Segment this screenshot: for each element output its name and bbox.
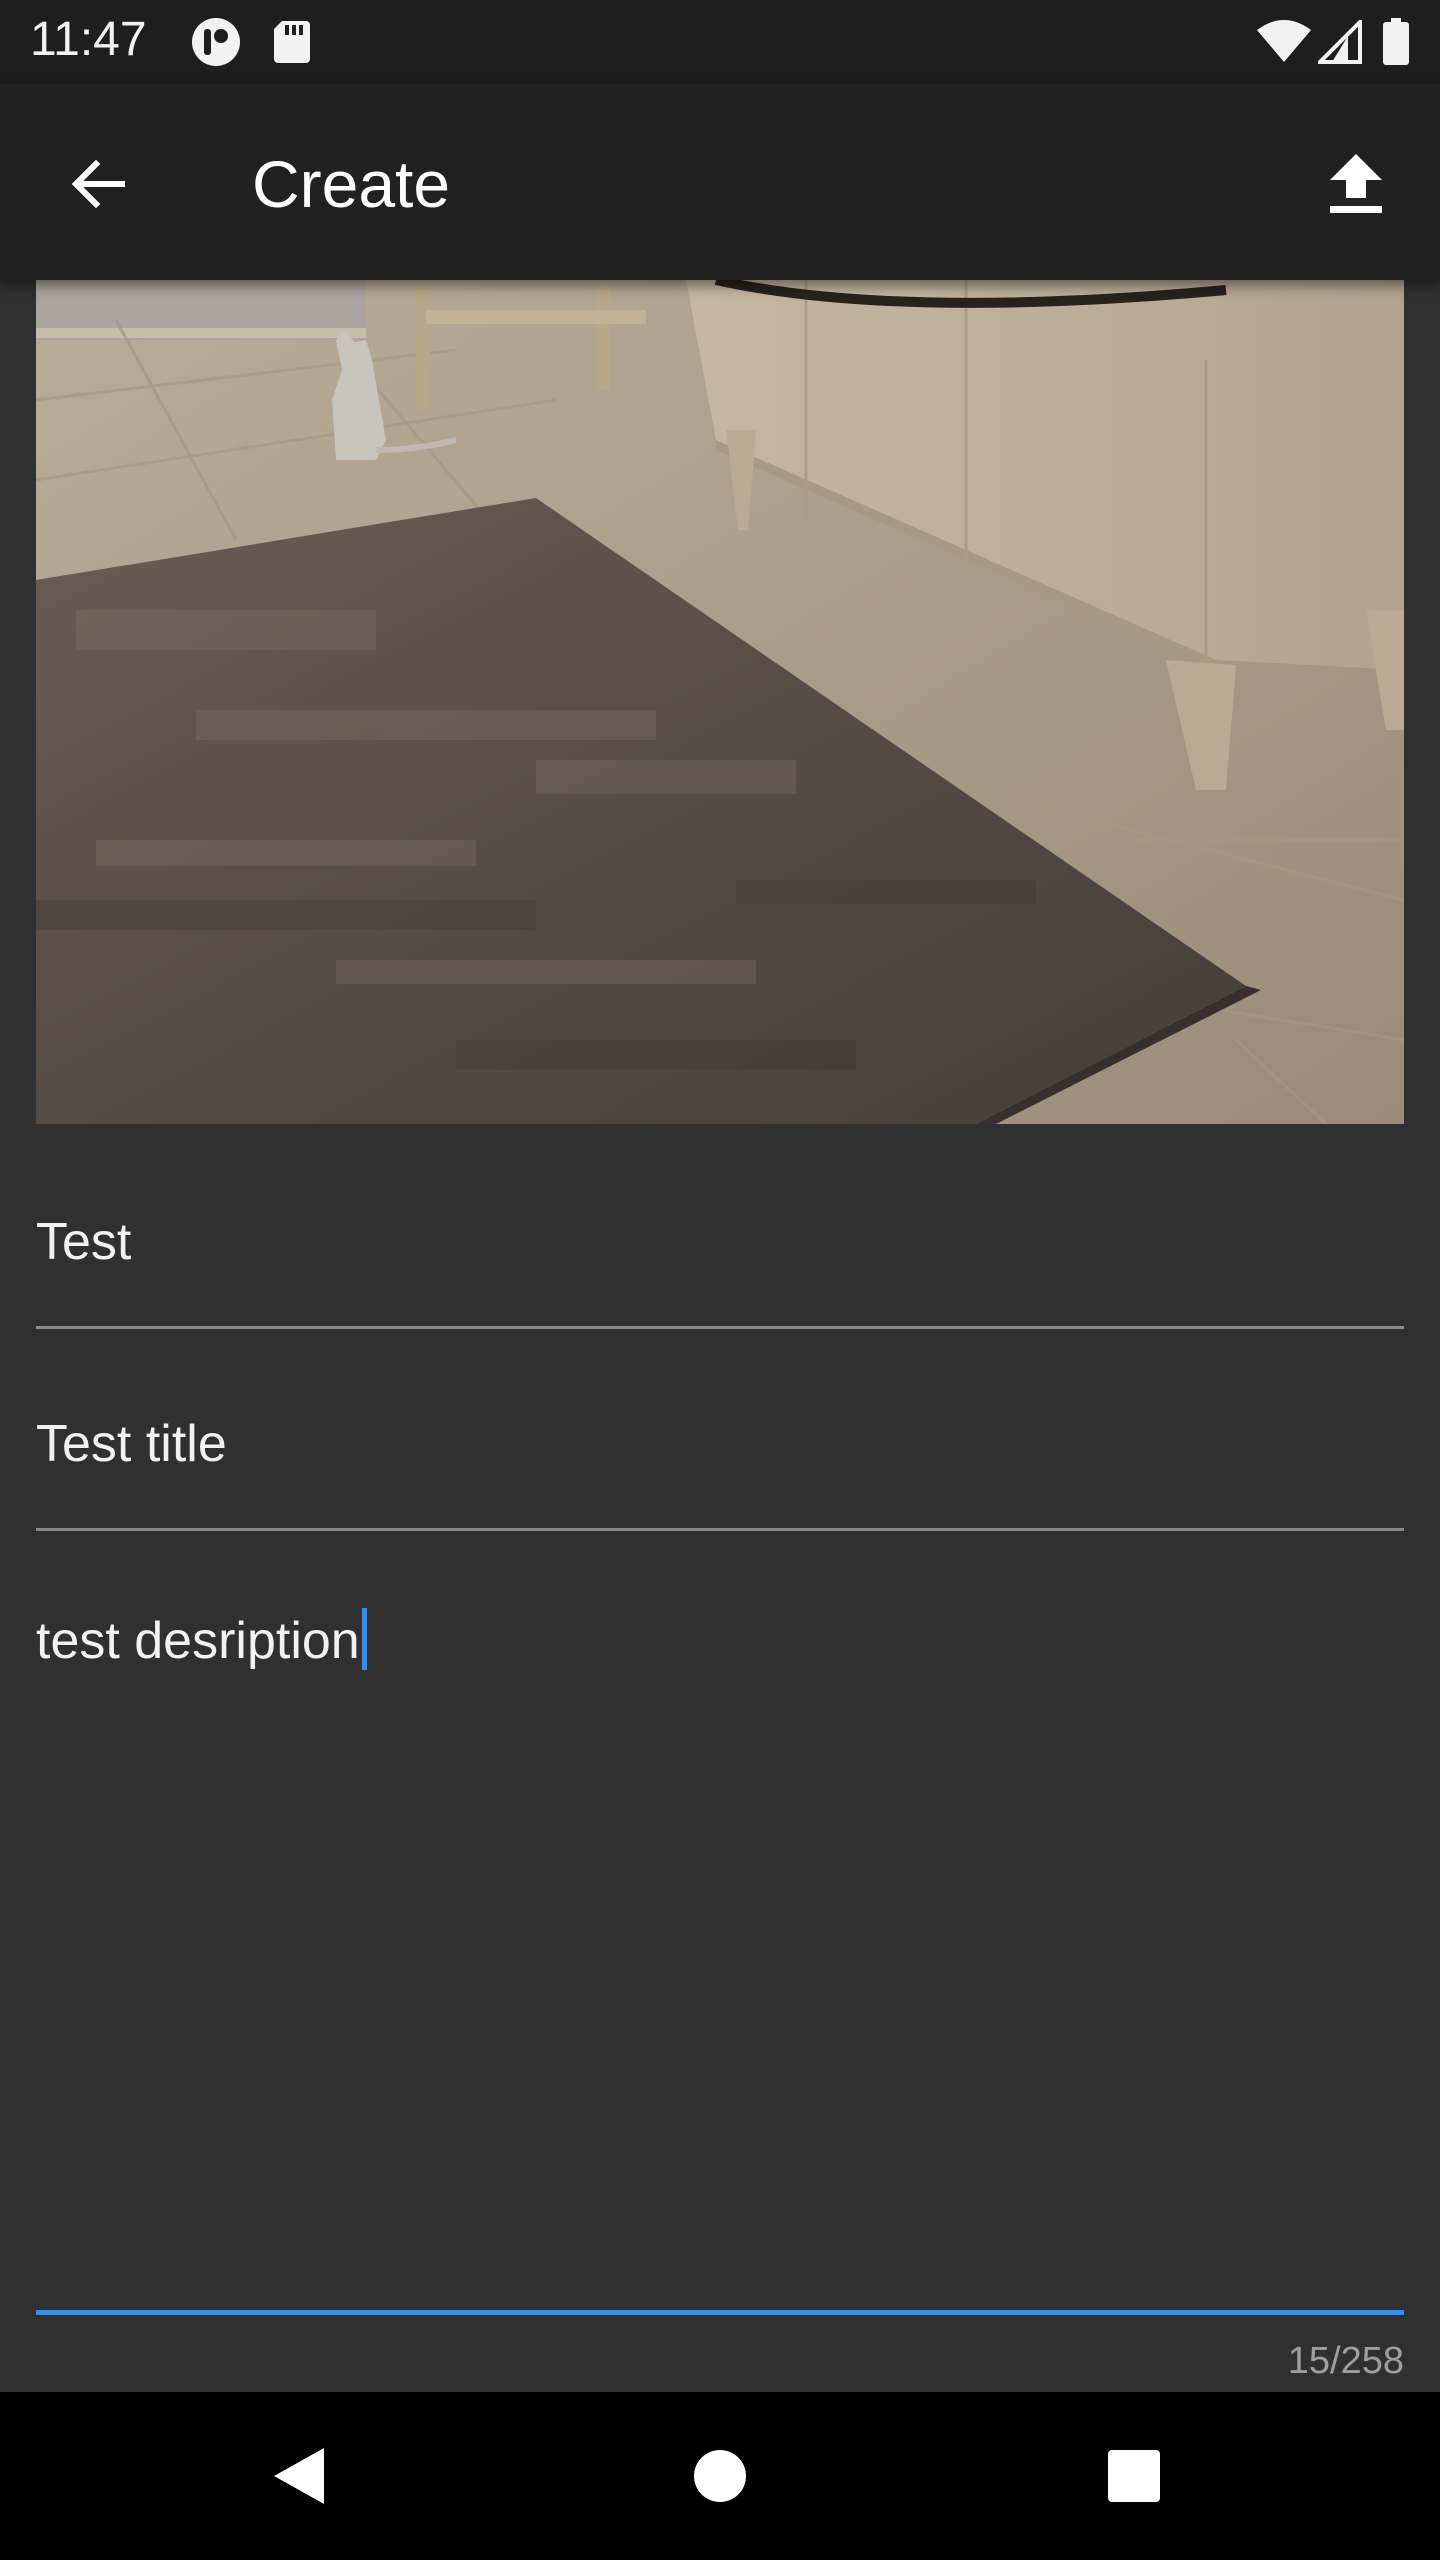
arrow-back-icon — [71, 159, 125, 209]
name-field-value: Test — [36, 1213, 132, 1271]
page-title: Create — [252, 147, 451, 221]
cell-signal-icon — [1318, 0, 1362, 84]
status-time: 11:47 — [30, 13, 147, 66]
title-field-value: Test title — [36, 1415, 227, 1473]
name-field-underline — [36, 1326, 1404, 1329]
name-field[interactable]: Test — [36, 1212, 1404, 1330]
app-bar: Create — [0, 84, 1440, 280]
battery-icon — [1382, 0, 1410, 84]
notification-icon — [190, 0, 242, 84]
nav-back-button[interactable] — [240, 2416, 360, 2536]
back-button[interactable] — [48, 134, 148, 234]
title-field[interactable]: Test title — [36, 1414, 1404, 1532]
text-cursor — [361, 1608, 367, 1670]
navigation-bar — [0, 2392, 1440, 2560]
upload-button[interactable] — [1306, 134, 1406, 234]
description-field[interactable]: test desription — [36, 1608, 1404, 2320]
description-field-underline — [36, 2310, 1404, 2315]
photo-preview[interactable] — [36, 280, 1404, 1124]
sd-card-icon — [272, 0, 312, 84]
nav-home-button[interactable] — [660, 2416, 780, 2536]
wifi-icon — [1256, 0, 1312, 84]
home-circle-icon — [694, 2450, 746, 2502]
room-photo-image — [36, 280, 1404, 1124]
recents-square-icon — [1108, 2450, 1160, 2502]
character-counter: 15/258 — [1287, 2340, 1404, 2382]
nav-recents-button[interactable] — [1074, 2416, 1194, 2536]
status-bar: 11:47 — [0, 0, 1440, 84]
back-triangle-icon — [274, 2448, 324, 2504]
upload-icon — [1330, 154, 1382, 213]
description-field-value: test desription — [36, 1612, 360, 1670]
title-field-underline — [36, 1528, 1404, 1531]
